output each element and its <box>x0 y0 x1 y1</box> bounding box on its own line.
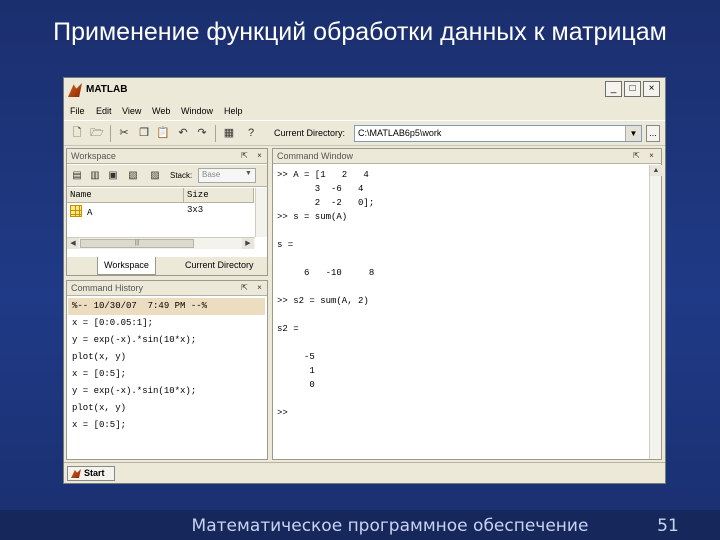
command-window-header: Command Window ⇱ × <box>273 149 661 164</box>
command-line: 0 <box>277 380 315 390</box>
main-toolbar: 🗋 🗁 ✂ ❐ 📋 ↶ ↷ ▦ ? Current Directory: C:\… <box>64 120 665 146</box>
command-line: s = <box>277 240 294 250</box>
new-file-icon[interactable]: 🗋 <box>70 126 84 140</box>
open-folder-icon[interactable]: 🗁 <box>90 126 104 140</box>
scroll-thumb[interactable]: ||| <box>80 239 194 248</box>
close-icon[interactable]: × <box>646 151 657 162</box>
column-header-size[interactable]: Size <box>184 188 254 203</box>
vertical-scrollbar[interactable] <box>255 188 267 237</box>
history-item[interactable]: plot(x, y) <box>72 349 126 366</box>
simulink-icon[interactable]: ▦ <box>222 126 236 140</box>
menu-help[interactable]: Help <box>224 106 243 116</box>
toolbar-separator <box>110 125 111 142</box>
command-history-header: Command History ⇱ × <box>67 281 267 296</box>
menu-window[interactable]: Window <box>181 106 213 116</box>
print-icon[interactable]: ▧ <box>127 170 139 182</box>
command-window-title: Command Window <box>277 151 354 161</box>
current-directory-label: Current Directory: <box>274 128 346 138</box>
command-line: >> s2 = sum(A, 2) <box>277 296 369 306</box>
tab-workspace[interactable]: Workspace <box>97 257 156 275</box>
command-prompt[interactable]: >> <box>277 406 288 420</box>
slide-title: Применение функций обработки данных к ма… <box>53 18 667 46</box>
browse-directory-button[interactable]: ... <box>646 125 660 142</box>
horizontal-scrollbar[interactable]: ◀ ||| ▶ <box>67 237 255 249</box>
menu-file[interactable]: File <box>70 106 85 116</box>
close-icon[interactable]: × <box>254 151 265 162</box>
start-label: Start <box>84 468 105 478</box>
cut-icon[interactable]: ✂ <box>117 126 131 140</box>
history-item[interactable]: y = exp(-x).*sin(10*x); <box>72 383 196 400</box>
menu-bar: File Edit View Web Window Help <box>64 104 665 120</box>
history-item[interactable]: x = [0:5]; <box>72 417 126 434</box>
stack-value: Base <box>202 170 221 179</box>
start-button[interactable]: Start <box>67 466 115 481</box>
command-history-panel: Command History ⇱ × %-- 10/30/07 7:49 PM… <box>66 280 268 460</box>
history-item[interactable]: y = exp(-x).*sin(10*x); <box>72 332 196 349</box>
matrix-variable-icon <box>70 205 82 217</box>
copy-icon[interactable]: ❐ <box>137 126 151 140</box>
workspace-toolbar: ▤ ▥ ▣ ▧ ▨ Stack: Base ▼ <box>67 165 267 187</box>
open-variable-icon[interactable]: ▤ <box>71 170 83 182</box>
import-icon[interactable]: ▥ <box>89 170 101 182</box>
tab-current-directory[interactable]: Current Directory <box>179 257 260 275</box>
command-line: -5 <box>277 352 315 362</box>
undock-icon[interactable]: ⇱ <box>239 283 250 294</box>
window-title: MATLAB <box>86 84 128 95</box>
workspace-tabs: Workspace Current Directory <box>67 257 267 275</box>
history-item[interactable]: x = [0:0.05:1]; <box>72 315 153 332</box>
menu-view[interactable]: View <box>122 106 141 116</box>
undo-icon[interactable]: ↶ <box>176 126 190 140</box>
scroll-right-icon[interactable]: ▶ <box>242 238 254 249</box>
column-header-name[interactable]: Name <box>67 188 184 203</box>
save-icon[interactable]: ▣ <box>107 170 119 182</box>
scroll-left-icon[interactable]: ◀ <box>67 238 79 249</box>
chevron-down-icon[interactable]: ▼ <box>625 126 641 141</box>
command-line: 3 -6 4 <box>277 184 364 194</box>
workspace-title: Workspace <box>71 151 116 161</box>
stack-label: Stack: <box>170 171 193 180</box>
status-bar: Start <box>64 462 665 483</box>
command-line: s2 = <box>277 324 299 334</box>
table-row[interactable]: A <box>70 205 182 221</box>
workspace-header: Workspace ⇱ × <box>67 149 267 164</box>
toolbar-separator <box>215 125 216 142</box>
minimize-button[interactable]: _ <box>605 81 622 97</box>
command-window-panel: Command Window ⇱ × >> A = [1 2 4 3 -6 4 … <box>272 148 662 460</box>
close-icon[interactable]: × <box>254 283 265 294</box>
window-titlebar[interactable]: MATLAB _ □ × <box>64 78 665 102</box>
menu-edit[interactable]: Edit <box>96 106 112 116</box>
menu-web[interactable]: Web <box>152 106 170 116</box>
maximize-button[interactable]: □ <box>624 81 641 97</box>
help-icon[interactable]: ? <box>244 126 258 140</box>
delete-icon[interactable]: ▨ <box>149 170 161 182</box>
command-line: 1 <box>277 366 315 376</box>
variable-size: 3x3 <box>187 205 204 215</box>
redo-icon[interactable]: ↷ <box>195 126 209 140</box>
scroll-up-icon[interactable]: ▲ <box>650 165 662 176</box>
variable-name: A <box>87 208 93 218</box>
matlab-logo-icon <box>71 469 81 478</box>
command-line: >> A = [1 2 4 <box>277 170 369 180</box>
undock-icon[interactable]: ⇱ <box>239 151 250 162</box>
history-session-marker[interactable]: %-- 10/30/07 7:49 PM --% <box>68 298 265 315</box>
current-directory-field[interactable]: C:\MATLAB6p5\work <box>354 125 642 142</box>
close-button[interactable]: × <box>643 81 660 97</box>
command-line: 2 -2 0]; <box>277 198 375 208</box>
undock-icon[interactable]: ⇱ <box>631 151 642 162</box>
command-history-title: Command History <box>71 283 144 293</box>
workspace-panel: Workspace ⇱ × ▤ ▥ ▣ ▧ ▨ Stack: Base ▼ Na… <box>66 148 268 276</box>
history-item[interactable]: plot(x, y) <box>72 400 126 417</box>
chevron-down-icon: ▼ <box>245 170 252 177</box>
vertical-scrollbar[interactable]: ▲ <box>649 165 662 459</box>
page-number: 51 <box>657 516 679 536</box>
history-item[interactable]: x = [0:5]; <box>72 366 126 383</box>
stack-select[interactable]: Base ▼ <box>198 168 256 183</box>
matlab-window: MATLAB _ □ × File Edit View Web Window H… <box>63 77 666 484</box>
command-line: >> s = sum(A) <box>277 212 348 222</box>
slide-footer: Математическое программное обеспечение <box>191 516 589 536</box>
matlab-logo-icon <box>68 83 82 97</box>
paste-icon[interactable]: 📋 <box>156 126 170 140</box>
command-line: 6 -10 8 <box>277 268 375 278</box>
